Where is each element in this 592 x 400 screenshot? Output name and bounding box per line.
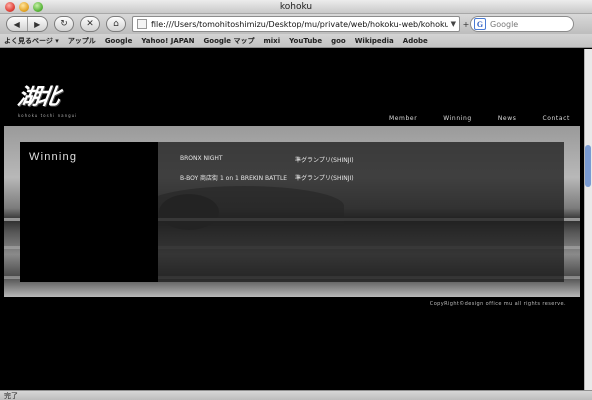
back-forward-buttons: ◀ ▶ <box>6 16 48 32</box>
reload-icon[interactable]: ↻ <box>54 16 74 32</box>
site-logo[interactable]: 湖北 kohoku toshi nangui <box>15 79 78 118</box>
title-bar[interactable]: kohoku <box>0 0 592 14</box>
page-favicon-icon <box>137 19 147 29</box>
bookmark-item[interactable]: Google <box>105 37 133 45</box>
search-engine-icon[interactable]: G <box>474 18 486 30</box>
hero-image: Winning BRONX NIGHT 準グランプリ(SHINJI) B-BOY… <box>4 126 580 297</box>
logo-subtitle: kohoku toshi nangui <box>18 113 78 118</box>
browser-window: kohoku ◀ ▶ ↻ ✕ ⌂ file:///Users/tomohitos… <box>0 0 592 400</box>
bookmarks-bar: よく見るページ ▾ アップル Google Yahoo! JAPAN Google マッ… <box>0 34 592 48</box>
status-text: 完了 <box>4 392 18 400</box>
bookmark-item[interactable]: Wikipedia <box>355 37 394 45</box>
bookmark-item[interactable]: goo <box>331 37 346 45</box>
address-bar[interactable]: file:///Users/tomohitoshimizu/Desktop/mu… <box>132 16 460 32</box>
win-result: 準グランプリ(SHINJI) <box>295 175 354 182</box>
logo-mark: 湖北 <box>15 84 60 110</box>
bookmark-item[interactable]: mixi <box>263 37 280 45</box>
status-bar: 完了 <box>0 390 592 400</box>
web-page: 湖北 kohoku toshi nangui Member Winning News… <box>0 49 592 390</box>
address-text[interactable]: file:///Users/tomohitoshimizu/Desktop/mu… <box>151 20 448 29</box>
nav-link-member[interactable]: Member <box>389 115 417 122</box>
nav-link-winning[interactable]: Winning <box>443 115 472 122</box>
search-field[interactable]: G Google <box>470 16 574 32</box>
bookmark-item[interactable]: Google マップ <box>204 36 255 46</box>
address-dropdown-icon[interactable]: ▼ <box>448 20 459 28</box>
copyright-text: CopyRight©design office mu all rights re… <box>429 301 566 307</box>
win-result: 準グランプリ(SHINJI) <box>295 157 354 164</box>
bookmark-item[interactable]: YouTube <box>289 37 322 45</box>
search-input[interactable]: Google <box>490 20 518 29</box>
stop-icon[interactable]: ✕ <box>80 16 100 32</box>
section-heading: Winning <box>29 151 78 163</box>
win-event: B-BOY 商店街 1 on 1 BREKIN BATTLE <box>180 175 288 182</box>
site-navigation: Member Winning News Contact <box>389 115 570 122</box>
nav-link-news[interactable]: News <box>498 115 517 122</box>
bookmark-item[interactable]: Adobe <box>403 37 428 45</box>
bookmark-item[interactable]: アップル <box>68 36 96 46</box>
back-icon[interactable]: ◀ <box>7 17 27 31</box>
panel-sidebar: Winning <box>20 142 158 282</box>
forward-icon[interactable]: ▶ <box>26 17 48 31</box>
bookmark-item[interactable]: Yahoo! JAPAN <box>141 37 194 45</box>
scrollbar-thumb[interactable] <box>585 145 591 187</box>
home-icon[interactable]: ⌂ <box>106 16 126 32</box>
win-event: BRONX NIGHT <box>180 155 223 162</box>
nav-link-contact[interactable]: Contact <box>542 115 570 122</box>
add-bookmark-icon[interactable]: + <box>463 16 470 32</box>
vertical-scrollbar[interactable] <box>584 49 592 390</box>
window-title: kohoku <box>279 2 313 12</box>
winning-panel: Winning BRONX NIGHT 準グランプリ(SHINJI) B-BOY… <box>20 142 564 282</box>
browser-toolbar: ◀ ▶ ↻ ✕ ⌂ file:///Users/tomohitoshimizu/… <box>0 14 592 34</box>
bookmark-item[interactable]: よく見るページ ▾ <box>4 36 59 46</box>
